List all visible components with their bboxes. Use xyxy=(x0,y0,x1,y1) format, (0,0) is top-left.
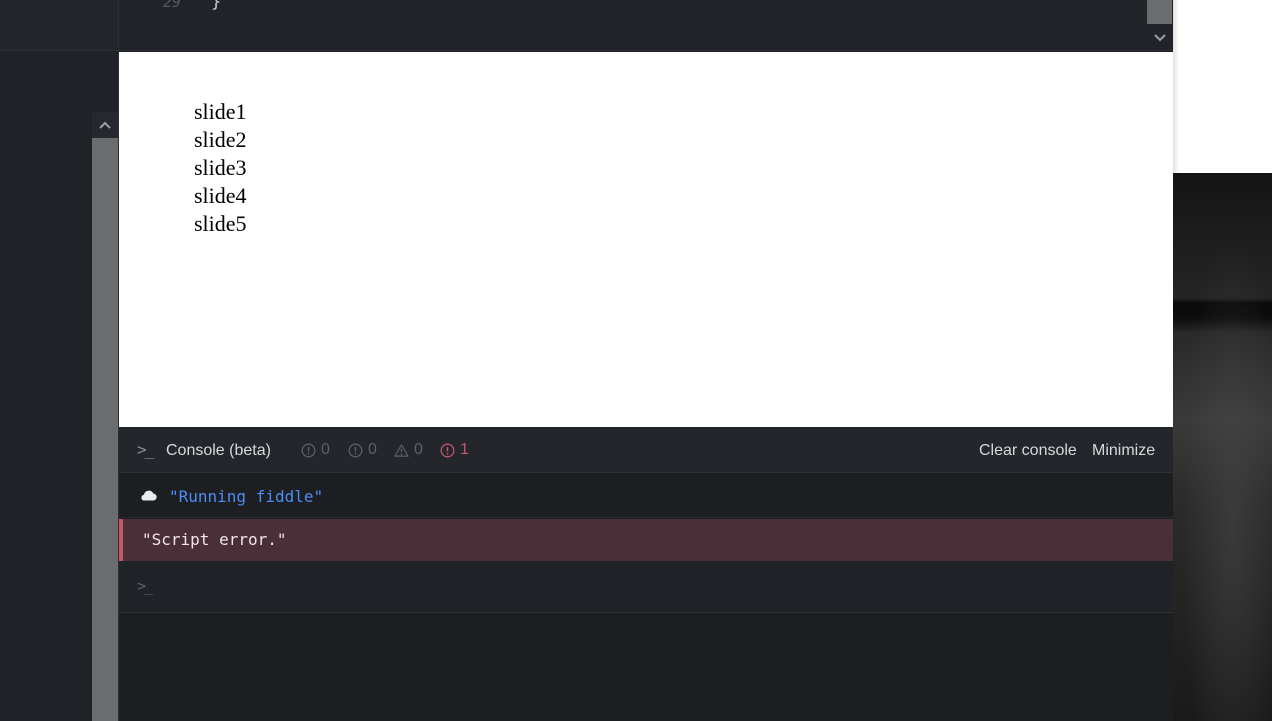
list-item: slide1 xyxy=(194,99,247,124)
console-input-prompt: >_ xyxy=(137,577,153,595)
log-entry-error: "Script error." xyxy=(119,519,1173,561)
list-item: slide4 xyxy=(194,183,247,208)
chevron-down-icon xyxy=(1153,34,1166,42)
code-line[interactable]: } xyxy=(211,0,221,12)
result-preview: slide1 slide2 slide3 slide4 slide5 xyxy=(119,52,1173,427)
console-title: Console (beta) xyxy=(166,442,271,459)
photo-highlight xyxy=(1173,173,1272,721)
info-counter[interactable]: 0 xyxy=(348,441,377,459)
error-icon xyxy=(440,443,455,458)
log-message: "Running fiddle" xyxy=(169,487,324,506)
list-item: slide3 xyxy=(194,155,247,180)
list-item: slide5 xyxy=(194,211,247,236)
right-white-panel xyxy=(1173,0,1272,173)
info-count: 0 xyxy=(368,441,377,458)
editor-scrollbar-thumb[interactable] xyxy=(1147,0,1172,24)
clear-console-button[interactable]: Clear console xyxy=(979,442,1077,460)
line-number: 29 xyxy=(162,0,181,11)
console-header: >_ Console (beta) 0 0 0 1 Clear console … xyxy=(119,427,1173,473)
error-message: "Script error." xyxy=(142,530,287,549)
slide-list: slide1 slide2 slide3 slide4 slide5 xyxy=(194,98,247,238)
scroll-up-button[interactable] xyxy=(92,112,118,138)
code-editor[interactable]: 29 } xyxy=(119,0,1173,51)
info-icon xyxy=(348,443,363,458)
panel-shadow xyxy=(1173,0,1179,173)
error-counter[interactable]: 1 xyxy=(440,441,469,459)
scroll-down-button[interactable] xyxy=(1147,26,1172,50)
sidebar-scrollbar-thumb[interactable] xyxy=(92,138,118,721)
log-count: 0 xyxy=(321,441,330,458)
log-counter[interactable]: 0 xyxy=(301,441,330,459)
sidebar-top-strip xyxy=(0,0,119,51)
minimize-button[interactable]: Minimize xyxy=(1092,442,1155,460)
left-sidebar xyxy=(0,0,119,721)
log-icon xyxy=(301,443,316,458)
chevron-up-icon xyxy=(99,121,111,129)
terminal-icon: >_ xyxy=(137,440,154,459)
console-panel: >_ Console (beta) 0 0 0 1 Clear console … xyxy=(119,427,1173,721)
warning-icon xyxy=(394,443,409,458)
list-item: slide2 xyxy=(194,127,247,152)
log-entry-running: "Running fiddle" xyxy=(119,474,1173,518)
warning-count: 0 xyxy=(414,441,423,458)
error-count: 1 xyxy=(460,441,469,458)
console-input[interactable]: >_ xyxy=(119,561,1173,613)
warning-counter[interactable]: 0 xyxy=(394,441,423,459)
right-background-photo xyxy=(1173,173,1272,721)
cloud-icon xyxy=(139,488,157,506)
